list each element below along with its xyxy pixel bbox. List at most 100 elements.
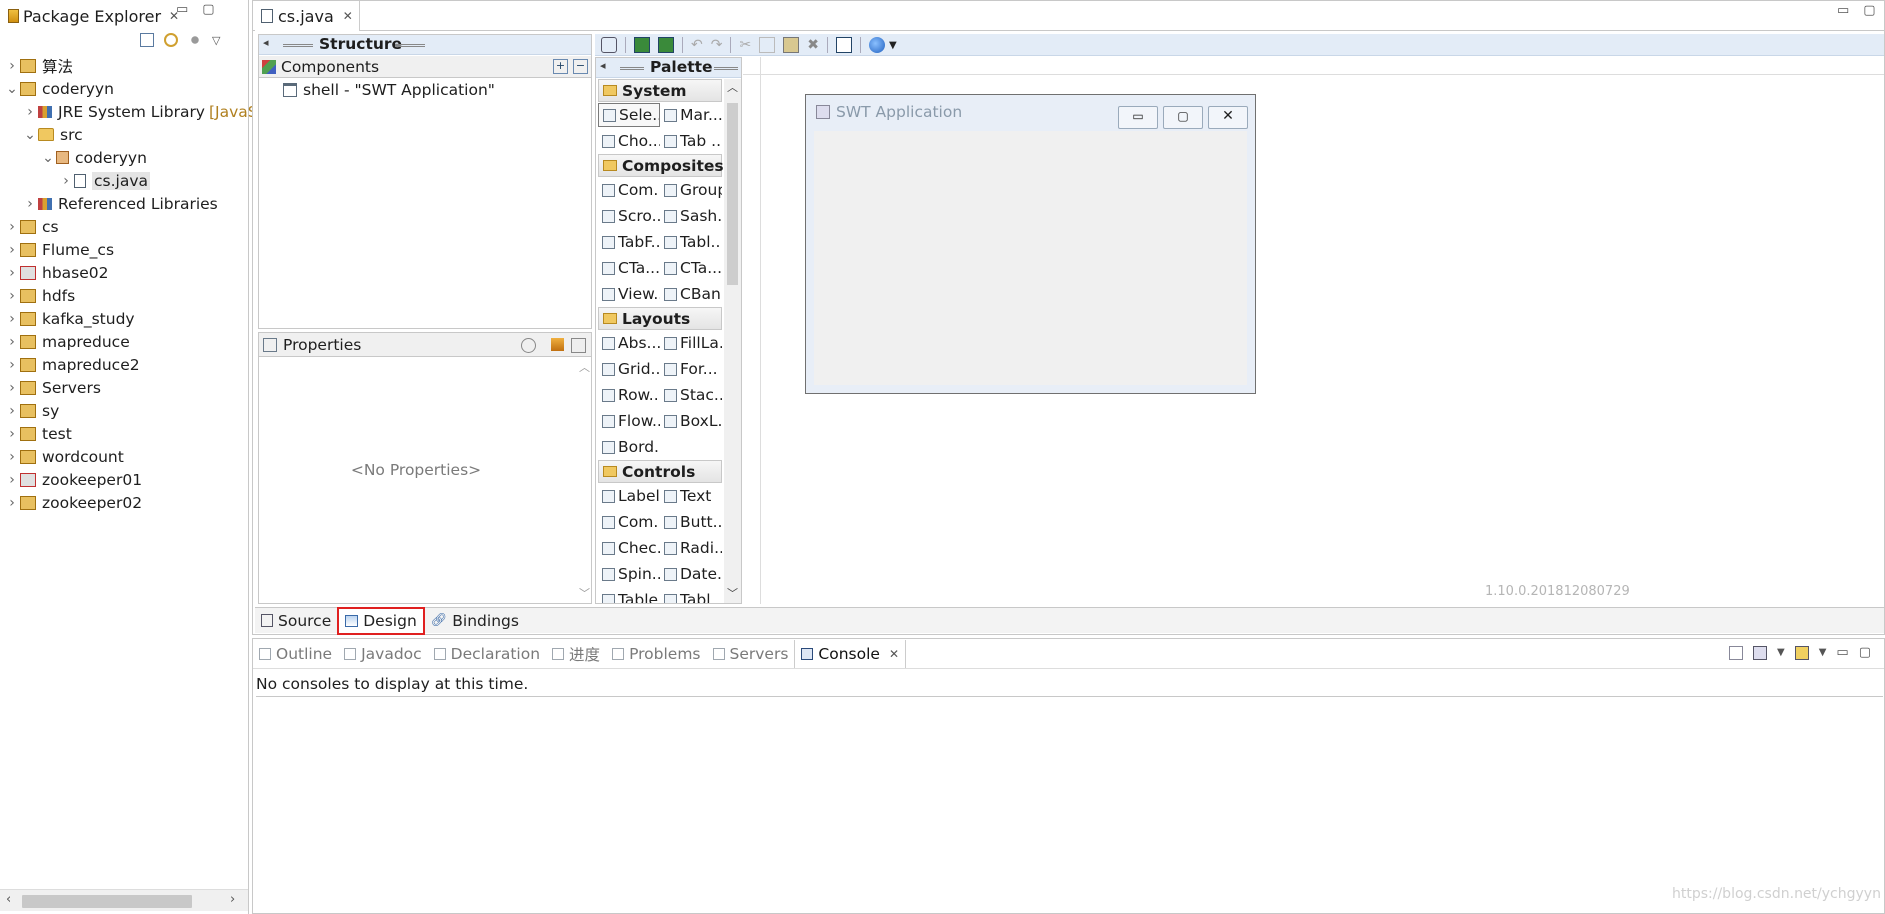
layout-icon[interactable]: [835, 37, 852, 53]
tree-item[interactable]: › JRE System Library [JavaS: [4, 100, 257, 123]
palette-item[interactable]: CTa...: [598, 256, 660, 280]
swt-shell-preview[interactable]: SWT Application ▭ ▢ ✕: [805, 94, 1256, 394]
palette-item[interactable]: CTa...: [660, 256, 722, 280]
tab-design[interactable]: Design: [337, 606, 425, 635]
undo-icon[interactable]: ↶: [691, 37, 703, 53]
tab-javadoc[interactable]: Javadoc: [338, 640, 428, 668]
scroll-down-icon[interactable]: ﹀: [579, 585, 590, 601]
chevron-right-icon[interactable]: ›: [4, 357, 20, 373]
maximize-icon[interactable]: ▢: [1859, 645, 1871, 660]
tree-item[interactable]: › kafka_study: [4, 307, 248, 330]
palette-item[interactable]: Com...: [598, 510, 660, 534]
tree-item[interactable]: › mapreduce2: [4, 353, 248, 376]
view-menu-icon[interactable]: ▽: [212, 34, 220, 47]
dropdown-arrow-icon[interactable]: ▼: [1777, 647, 1785, 658]
scroll-thumb[interactable]: [22, 895, 192, 908]
tree-item[interactable]: › wordcount: [4, 445, 248, 468]
minimize-icon[interactable]: ▭: [1837, 3, 1863, 18]
maximize-icon[interactable]: ▢: [202, 2, 228, 17]
tree-item[interactable]: › zookeeper01: [4, 468, 248, 491]
palette-item[interactable]: TabF...: [598, 230, 660, 254]
dropdown-arrow-icon[interactable]: ▼: [889, 40, 897, 51]
paste-icon[interactable]: [783, 37, 800, 53]
structure-tree-item-shell[interactable]: shell - "SWT Application": [283, 81, 495, 99]
show-advanced-icon[interactable]: [551, 338, 564, 351]
tree-item[interactable]: ⌄ coderyyn: [4, 146, 248, 169]
pin-console-icon[interactable]: [1729, 645, 1743, 660]
link-with-editor-icon[interactable]: [164, 33, 178, 47]
chevron-right-icon[interactable]: ›: [4, 288, 20, 304]
open-console-icon[interactable]: [1794, 645, 1809, 660]
properties-scrollbar[interactable]: ︿ ﹀: [577, 359, 591, 603]
palette-item[interactable]: Grid...: [598, 357, 660, 381]
show-events-icon[interactable]: [521, 338, 536, 353]
tree-item[interactable]: › sy: [4, 399, 248, 422]
tab-servers[interactable]: Servers: [707, 640, 795, 668]
palette-category-composites[interactable]: Composites: [598, 154, 724, 177]
tree-item[interactable]: › Referenced Libraries: [4, 192, 248, 215]
chevron-right-icon[interactable]: ›: [22, 196, 38, 212]
collapse-all-icon[interactable]: [140, 33, 154, 47]
palette-item[interactable]: Flow...: [598, 409, 660, 433]
palette-item[interactable]: Date...: [660, 562, 722, 586]
dropdown-arrow-icon[interactable]: ▼: [1819, 647, 1827, 658]
chevron-right-icon[interactable]: ›: [4, 472, 20, 488]
tab-problems[interactable]: Problems: [606, 640, 706, 668]
palette-item[interactable]: Cho...: [598, 129, 660, 153]
editor-tab-cs-java[interactable]: cs.java ✕: [255, 1, 360, 31]
tab-declaration[interactable]: Declaration: [428, 640, 546, 668]
collapse-arrow-icon[interactable]: ◂: [263, 36, 269, 49]
tab-source[interactable]: Source: [255, 609, 337, 633]
palette-category-controls[interactable]: Controls: [598, 460, 722, 483]
chevron-right-icon[interactable]: ›: [4, 380, 20, 396]
palette-scrollbar[interactable]: ︿ ﹀: [724, 79, 741, 603]
scroll-up-icon[interactable]: ︿: [727, 79, 738, 95]
minimize-icon[interactable]: ▭: [1836, 645, 1848, 660]
palette-item[interactable]: Sele...: [598, 103, 661, 127]
chevron-right-icon[interactable]: ›: [4, 449, 20, 465]
refresh-icon[interactable]: [658, 37, 674, 53]
tree-item[interactable]: › zookeeper02: [4, 491, 248, 514]
test-gui-icon[interactable]: [601, 37, 617, 53]
chevron-right-icon[interactable]: ›: [4, 403, 20, 419]
palette-item[interactable]: Tabl...: [660, 230, 722, 254]
palette-item[interactable]: View...: [598, 282, 660, 306]
tree-item[interactable]: › cs: [4, 215, 248, 238]
chevron-right-icon[interactable]: ›: [4, 265, 20, 281]
scroll-up-icon[interactable]: ︿: [579, 359, 590, 375]
chevron-right-icon[interactable]: ›: [4, 426, 20, 442]
tab-console[interactable]: Console ✕: [794, 639, 907, 668]
tab-outline[interactable]: Outline: [253, 640, 338, 668]
palette-item[interactable]: Chec...: [598, 536, 660, 560]
palette-item[interactable]: Abs...: [598, 331, 660, 355]
scroll-right-icon[interactable]: ›: [230, 892, 235, 907]
tree-item[interactable]: › Servers: [4, 376, 248, 399]
run-icon[interactable]: [634, 37, 650, 53]
shell-minimize-icon[interactable]: ▭: [1118, 106, 1158, 129]
close-icon[interactable]: ✕: [343, 9, 353, 23]
cut-icon[interactable]: ✂: [739, 37, 751, 53]
palette-item[interactable]: FillLa...: [660, 331, 722, 355]
shell-client-area[interactable]: [814, 131, 1247, 385]
minimize-icon[interactable]: ▭: [176, 2, 202, 17]
scroll-thumb[interactable]: [727, 103, 738, 285]
collapse-all-icon[interactable]: −: [573, 59, 588, 74]
palette-item[interactable]: Text: [660, 484, 722, 508]
palette-item[interactable]: Label: [598, 484, 660, 508]
shell-maximize-icon[interactable]: ▢: [1163, 106, 1203, 129]
chevron-right-icon[interactable]: ›: [4, 495, 20, 511]
scroll-down-icon[interactable]: ﹀: [727, 585, 738, 601]
globe-icon[interactable]: [868, 37, 885, 53]
close-icon[interactable]: ✕: [889, 647, 899, 661]
palette-item[interactable]: BoxL...: [660, 409, 722, 433]
palette-item[interactable]: Bord...: [598, 435, 660, 459]
palette-item[interactable]: Sash...: [660, 204, 722, 228]
copy-icon[interactable]: [759, 37, 776, 53]
chevron-down-icon[interactable]: ⌄: [22, 127, 38, 143]
palette-category-layouts[interactable]: Layouts: [598, 307, 722, 330]
palette-item[interactable]: Tabl: [660, 588, 722, 603]
palette-item[interactable]: Mar...: [660, 103, 722, 127]
expand-all-icon[interactable]: +: [553, 59, 568, 74]
palette-item[interactable]: Table: [598, 588, 660, 603]
scroll-left-icon[interactable]: ‹: [6, 892, 11, 907]
